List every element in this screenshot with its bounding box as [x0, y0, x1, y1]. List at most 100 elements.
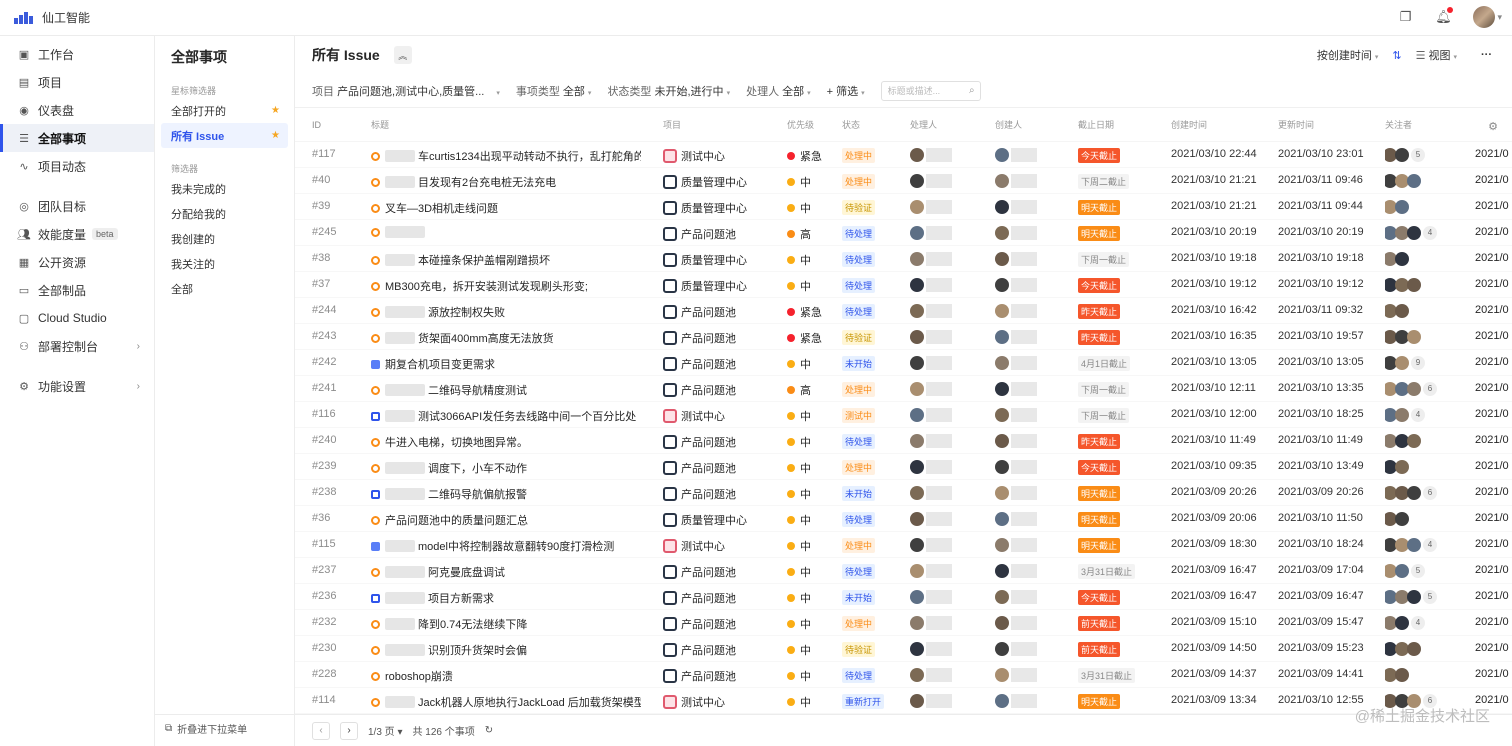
- status-cell[interactable]: 未开始: [842, 356, 876, 371]
- filter-item-0[interactable]: 我未完成的: [161, 176, 288, 201]
- watchers-cell[interactable]: [1385, 642, 1421, 656]
- starred-filter-1[interactable]: 所有 Issue ★: [161, 123, 288, 148]
- status-cell[interactable]: 待验证: [842, 200, 876, 215]
- page-select[interactable]: 1/3 页 ▾: [368, 723, 403, 738]
- priority-cell[interactable]: 中: [787, 200, 811, 216]
- issue-title-cell[interactable]: 叉车—3D相机走线问题: [371, 200, 641, 216]
- priority-cell[interactable]: 中: [787, 616, 811, 632]
- watcher-avatar[interactable]: [1407, 278, 1421, 292]
- issue-title[interactable]: 货架面400mm高度无法放货: [418, 330, 554, 346]
- issue-title[interactable]: 目发现有2台充电桩无法充电: [418, 174, 556, 190]
- assignee-cell[interactable]: [910, 616, 952, 630]
- watcher-count[interactable]: 5: [1423, 590, 1437, 604]
- next-page-button[interactable]: ›: [340, 721, 358, 740]
- project-cell[interactable]: 质量管理中心: [663, 512, 747, 528]
- project-cell[interactable]: 产品问题池: [663, 590, 736, 606]
- watcher-avatar[interactable]: [1395, 148, 1409, 162]
- assignee-cell[interactable]: [910, 330, 952, 344]
- project-cell[interactable]: 产品问题池: [663, 226, 736, 242]
- collapse-button[interactable]: ⧉ 折叠进下拉菜单: [165, 721, 247, 736]
- status-badge[interactable]: 待处理: [842, 278, 876, 293]
- col-due[interactable]: 截止日期: [1078, 118, 1114, 131]
- sidebar-item-0[interactable]: ▣ 工作台: [0, 40, 154, 68]
- table-row[interactable]: #242 期复合机项目变更需求 产品问题池 中 未开始 4月1日截止 2021/…: [295, 350, 1512, 376]
- status-badge[interactable]: 待验证: [842, 200, 876, 215]
- table-row[interactable]: #230 识别顶升货架时会偏 产品问题池 中 待验证 前天截止 2021/03/…: [295, 636, 1512, 662]
- sort-order-icon[interactable]: ⇅: [1392, 49, 1401, 62]
- issue-title[interactable]: model中将控制器故意翻转90度打滑检测: [418, 538, 614, 554]
- due-cell[interactable]: 今天截止: [1078, 278, 1121, 293]
- project-cell[interactable]: 测试中心: [663, 148, 725, 164]
- priority-cell[interactable]: 中: [787, 408, 811, 424]
- priority-cell[interactable]: 中: [787, 642, 811, 658]
- priority-cell[interactable]: 中: [787, 252, 811, 268]
- issue-title[interactable]: 测试3066API发任务去线路中间一个百分比处: [418, 408, 636, 424]
- due-cell[interactable]: 前天截止: [1078, 642, 1121, 657]
- watchers-cell[interactable]: [1385, 278, 1421, 292]
- watchers-cell[interactable]: 4: [1385, 616, 1425, 630]
- watcher-count[interactable]: 6: [1423, 382, 1437, 396]
- table-row[interactable]: #116 测试3066API发任务去线路中间一个百分比处 测试中心 中 测试中 …: [295, 402, 1512, 428]
- project-cell[interactable]: 产品问题池: [663, 616, 736, 632]
- due-badge[interactable]: 明天截止: [1078, 200, 1121, 215]
- priority-cell[interactable]: 中: [787, 512, 811, 528]
- table-row[interactable]: #245 产品问题池 高 待处理 明天截止 2021/03/10 20:19 2…: [295, 220, 1512, 246]
- due-badge[interactable]: 明天截止: [1078, 694, 1121, 709]
- watcher-avatar[interactable]: [1395, 408, 1409, 422]
- sidebar-item-9[interactable]: ▢ Cloud Studio: [0, 304, 154, 332]
- assignee-cell[interactable]: [910, 564, 952, 578]
- watcher-count[interactable]: 9: [1411, 356, 1425, 370]
- watchers-cell[interactable]: [1385, 200, 1409, 214]
- user-menu[interactable]: ▾: [1473, 6, 1502, 28]
- sidebar-item-11[interactable]: ⚙ 功能设置 ›: [0, 372, 154, 400]
- assignee-cell[interactable]: [910, 668, 952, 682]
- due-cell[interactable]: 下周一截止: [1078, 382, 1130, 397]
- assignee-cell[interactable]: [910, 200, 952, 214]
- table-row[interactable]: #239 调度下，小车不动作 产品问题池 中 处理中 今天截止 2021/03/…: [295, 454, 1512, 480]
- due-badge[interactable]: 明天截止: [1078, 486, 1121, 501]
- status-cell[interactable]: 处理中: [842, 538, 876, 553]
- project-cell[interactable]: 测试中心: [663, 538, 725, 554]
- watcher-avatar[interactable]: [1395, 200, 1409, 214]
- due-cell[interactable]: 明天截止: [1078, 512, 1121, 527]
- sort-select[interactable]: 按创建时间 ▾: [1317, 47, 1379, 63]
- due-badge[interactable]: 昨天截止: [1078, 330, 1121, 345]
- status-badge[interactable]: 处理中: [842, 616, 876, 631]
- bell-icon[interactable]: 🔔︎: [1435, 7, 1454, 25]
- watchers-cell[interactable]: 5: [1385, 590, 1437, 604]
- issue-title-cell[interactable]: 项目方新需求: [371, 590, 641, 606]
- watchers-cell[interactable]: [1385, 330, 1421, 344]
- table-row[interactable]: #115 model中将控制器故意翻转90度打滑检测 测试中心 中 处理中 明天…: [295, 532, 1512, 558]
- watchers-cell[interactable]: 5: [1385, 148, 1425, 162]
- sidebar-item-10[interactable]: ⚇ 部署控制台 ›: [0, 332, 154, 360]
- priority-cell[interactable]: 紧急: [787, 304, 822, 320]
- chevron-up-icon[interactable]: ︽: [393, 46, 412, 64]
- due-cell[interactable]: 明天截止: [1078, 538, 1121, 553]
- priority-cell[interactable]: 高: [787, 382, 811, 398]
- watcher-avatar[interactable]: [1407, 330, 1421, 344]
- project-cell[interactable]: 产品问题池: [663, 356, 736, 372]
- status-cell[interactable]: 待处理: [842, 304, 876, 319]
- status-cell[interactable]: 待验证: [842, 642, 876, 657]
- due-badge[interactable]: 前天截止: [1078, 616, 1121, 631]
- due-badge[interactable]: 明天截止: [1078, 226, 1121, 241]
- due-cell[interactable]: 昨天截止: [1078, 330, 1121, 345]
- table-row[interactable]: #36 产品问题池中的质量问题汇总 质量管理中心 中 待处理 明天截止 2021…: [295, 506, 1512, 532]
- due-cell[interactable]: 下周一截止: [1078, 252, 1130, 267]
- status-cell[interactable]: 重新打开: [842, 694, 885, 709]
- due-badge[interactable]: 前天截止: [1078, 642, 1121, 657]
- star-icon[interactable]: ★: [271, 105, 280, 116]
- table-row[interactable]: #240 牛进入电梯，切换地图异常。 产品问题池 中 待处理 昨天截止 2021…: [295, 428, 1512, 454]
- issue-title[interactable]: 降到0.74无法继续下降: [418, 616, 527, 632]
- assignee-cell[interactable]: [910, 460, 952, 474]
- table-row[interactable]: #232 降到0.74无法继续下降 产品问题池 中 处理中 前天截止 2021/…: [295, 610, 1512, 636]
- due-cell[interactable]: 明天截止: [1078, 694, 1121, 709]
- watcher-avatar[interactable]: [1395, 356, 1409, 370]
- watchers-cell[interactable]: 5: [1385, 564, 1425, 578]
- table-row[interactable]: #237 阿克曼底盘调试 产品问题池 中 待处理 3月31日截止 2021/03…: [295, 558, 1512, 584]
- table-row[interactable]: #243 货架面400mm高度无法放货 产品问题池 紧急 待验证 昨天截止 20…: [295, 324, 1512, 350]
- issue-title-cell[interactable]: 测试3066API发任务去线路中间一个百分比处: [371, 408, 641, 424]
- issue-title[interactable]: roboshop崩溃: [385, 668, 453, 684]
- status-cell[interactable]: 待验证: [842, 330, 876, 345]
- watchers-cell[interactable]: 4: [1385, 408, 1425, 422]
